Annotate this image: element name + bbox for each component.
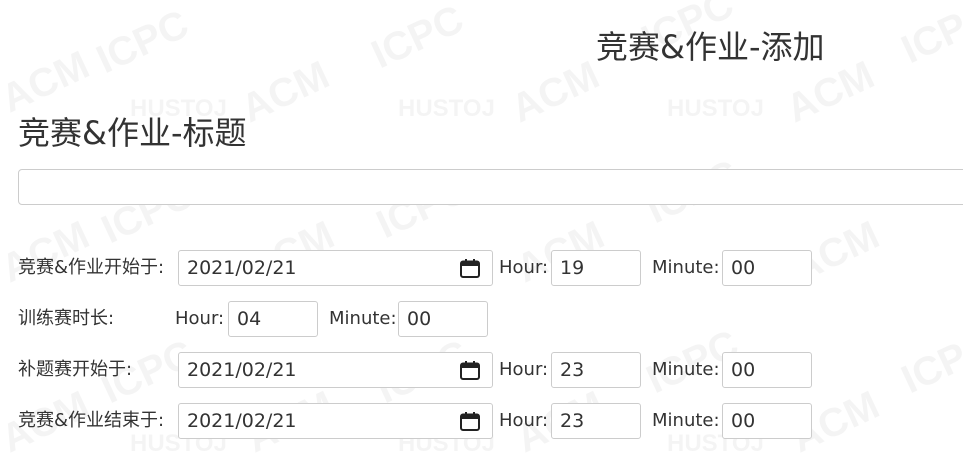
start-date-input[interactable]: 2021/02/21 (178, 250, 493, 286)
makeup-hour-input[interactable]: 23 (551, 352, 641, 388)
makeup-start-label: 补题赛开始于: (18, 359, 133, 380)
makeup-start-row: 补题赛开始于: 2021/02/21 Hour: 23 Minute: 00 (0, 352, 963, 388)
watermark-text: ICPC (90, 2, 196, 83)
start-date-value: 2021/02/21 (187, 257, 297, 279)
end-hour-label: Hour: (499, 410, 549, 431)
start-hour-label: Hour: (499, 257, 549, 278)
makeup-minute-label: Minute: (652, 359, 720, 380)
start-hour-input[interactable]: 19 (551, 250, 641, 286)
end-minute-input[interactable]: 00 (722, 403, 812, 439)
end-time-label: 竞赛&作业结束于: (18, 410, 165, 431)
end-minute-value: 00 (731, 410, 756, 432)
duration-minute-label: Minute: (329, 308, 397, 329)
end-hour-input[interactable]: 23 (551, 403, 641, 439)
watermark-text: ACM (505, 53, 607, 132)
calendar-icon[interactable] (460, 412, 480, 431)
watermark-text: ACM (235, 53, 337, 132)
watermark-text: ICPC (365, 0, 471, 78)
contest-title-label: 竞赛&作业-标题 (18, 114, 247, 152)
calendar-icon[interactable] (460, 259, 480, 278)
start-time-row: 竞赛&作业开始于: 2021/02/21 Hour: 19 Minute: 00 (0, 250, 963, 286)
duration-minute-input[interactable]: 00 (398, 301, 488, 337)
end-date-input[interactable]: 2021/02/21 (178, 403, 493, 439)
page-title: 竞赛&作业-添加 (596, 28, 825, 66)
watermark-text: ACM (0, 43, 96, 122)
makeup-minute-input[interactable]: 00 (722, 352, 812, 388)
end-date-value: 2021/02/21 (187, 410, 297, 432)
makeup-hour-value: 23 (560, 359, 585, 381)
duration-hour-label: Hour: (175, 308, 225, 329)
calendar-icon[interactable] (460, 361, 480, 380)
start-time-label: 竞赛&作业开始于: (18, 257, 165, 278)
makeup-date-value: 2021/02/21 (187, 359, 297, 381)
end-time-row: 竞赛&作业结束于: 2021/02/21 Hour: 23 Minute: 00 (0, 403, 963, 439)
watermark-text: HUSTOJ (667, 95, 764, 123)
makeup-hour-label: Hour: (499, 359, 549, 380)
duration-hour-value: 04 (237, 308, 262, 330)
start-hour-value: 19 (560, 257, 585, 279)
duration-minute-value: 00 (407, 308, 432, 330)
start-minute-value: 00 (731, 257, 756, 279)
duration-label: 训练赛时长: (18, 308, 115, 329)
end-minute-label: Minute: (652, 410, 720, 431)
contest-title-input[interactable] (18, 169, 963, 205)
watermark-text: HUSTOJ (398, 95, 495, 123)
watermark-text: ICPC (895, 0, 963, 73)
duration-hour-input[interactable]: 04 (228, 301, 318, 337)
start-minute-input[interactable]: 00 (722, 250, 812, 286)
makeup-minute-value: 00 (731, 359, 756, 381)
start-minute-label: Minute: (652, 257, 720, 278)
makeup-date-input[interactable]: 2021/02/21 (178, 352, 493, 388)
duration-row: 训练赛时长: Hour: 04 Minute: 00 (0, 301, 963, 337)
end-hour-value: 23 (560, 410, 585, 432)
